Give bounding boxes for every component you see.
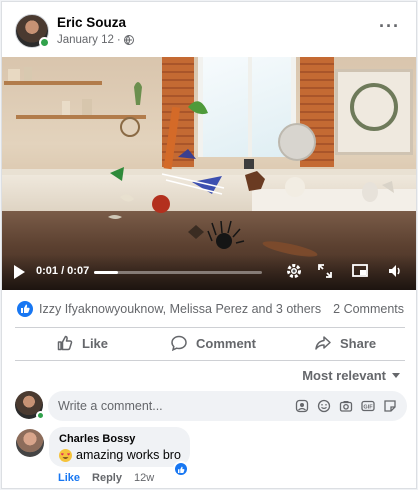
share-button[interactable]: Share	[314, 326, 376, 360]
emoji-icon[interactable]	[317, 399, 331, 413]
expand-icon[interactable]	[316, 262, 334, 280]
current-user-avatar[interactable]	[15, 391, 45, 420]
comment-like-link[interactable]: Like	[58, 472, 80, 484]
share-arrow-icon	[315, 336, 331, 350]
like-reaction-icon[interactable]	[17, 301, 33, 317]
like-button-label: Like	[82, 335, 109, 351]
video-time: 0:01 / 0:07	[36, 265, 90, 277]
comment-button[interactable]: Comment	[170, 326, 256, 360]
comment-actions: Like Reply 12w	[58, 472, 154, 484]
commenter-avatar[interactable]	[16, 429, 44, 457]
comment-text: amazing works bro	[59, 448, 181, 462]
comment-timestamp[interactable]: 12w	[134, 472, 154, 484]
author-avatar[interactable]	[15, 14, 50, 48]
comment-reply-link[interactable]: Reply	[92, 472, 122, 484]
heart-eyes-emoji-icon	[59, 448, 72, 462]
camera-icon[interactable]	[339, 399, 353, 413]
comment-like-reaction-icon[interactable]	[173, 461, 189, 477]
avatar-sticker-icon[interactable]	[295, 399, 309, 413]
share-button-label: Share	[340, 335, 377, 351]
post-card: Eric Souza January 12 · ··· 0:01 / 0:07 …	[1, 1, 417, 489]
settings-gear-icon[interactable]	[285, 262, 303, 280]
meta-separator: ·	[116, 34, 121, 46]
thumbs-up-icon	[57, 335, 73, 351]
svg-text:GIF: GIF	[363, 405, 373, 411]
comment-composer: GIF	[15, 391, 407, 421]
video-progress-bar[interactable]	[94, 271, 262, 274]
more-options-button[interactable]: ···	[379, 16, 400, 37]
video-controls: 0:01 / 0:07	[2, 254, 416, 290]
author-name[interactable]: Eric Souza	[57, 15, 126, 30]
comment-count[interactable]: 2 Comments	[333, 302, 404, 316]
play-icon[interactable]	[14, 265, 25, 279]
comment-bubble: Charles Bossy amazing works bro	[49, 427, 190, 467]
video-progress-fill	[94, 271, 118, 274]
comment-item: Charles Bossy amazing works bro Like Rep…	[16, 427, 408, 487]
reactions-bar: Izzy Ifyaknowyouknow, Melissa Perez and …	[2, 292, 416, 326]
post-actions: Like Comment Share	[2, 326, 416, 360]
comment-bubble-icon	[171, 335, 187, 352]
caret-down-icon	[392, 373, 400, 378]
comment-button-label: Comment	[196, 335, 256, 351]
reaction-names[interactable]: Izzy Ifyaknowyouknow, Melissa Perez and …	[39, 302, 321, 316]
globe-icon	[123, 35, 134, 45]
like-button[interactable]: Like	[56, 326, 108, 360]
sticker-icon[interactable]	[383, 399, 397, 413]
post-header: Eric Souza January 12 · ···	[2, 2, 416, 58]
commenter-name[interactable]: Charles Bossy	[59, 433, 135, 445]
sort-label: Most relevant	[302, 368, 386, 383]
gif-icon[interactable]: GIF	[361, 399, 375, 413]
composer-tools: GIF	[295, 399, 397, 413]
divider	[15, 360, 405, 361]
comment-sort-dropdown[interactable]: Most relevant	[302, 368, 400, 383]
online-status-icon	[39, 37, 50, 48]
online-status-icon	[36, 411, 45, 420]
comment-body: amazing works bro	[76, 448, 181, 462]
post-date[interactable]: January 12	[57, 34, 114, 46]
picture-in-picture-icon[interactable]	[351, 262, 369, 280]
volume-icon[interactable]	[386, 262, 404, 280]
video-player[interactable]: 0:01 / 0:07	[2, 57, 416, 290]
post-meta: January 12 ·	[57, 34, 134, 46]
